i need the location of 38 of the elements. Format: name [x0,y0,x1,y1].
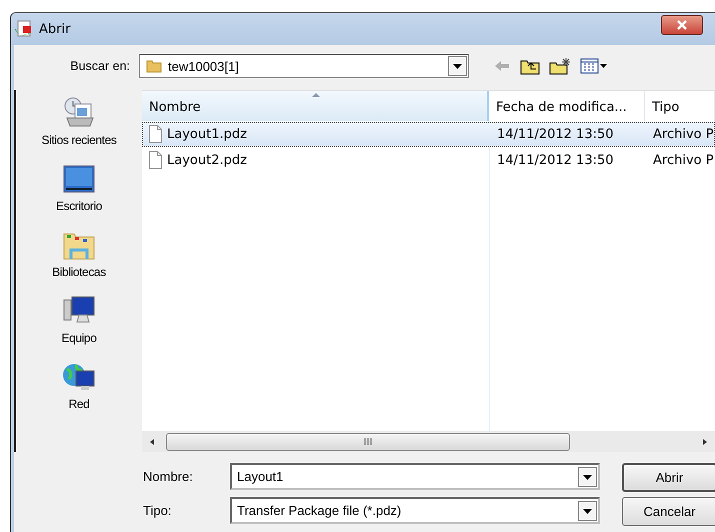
file-name-label: Nombre: [143,469,194,484]
file-name: Layout1.pdz [167,127,247,142]
column-header[interactable]: Nombre [142,91,489,121]
folder-icon [146,58,162,74]
horizontal-scrollbar[interactable] [142,431,715,452]
place-item[interactable]: Escritorio [56,199,102,213]
file-row[interactable]: Layout1.pdz 14/11/2012 13:50 Archivo P [142,122,715,147]
open-button[interactable]: Abrir [622,463,715,492]
close-button[interactable] [661,15,703,35]
sort-arrow-icon [312,92,320,97]
modified-date: 14/11/2012 13:50 [496,153,615,168]
place-item[interactable]: Bibliotecas [52,265,106,279]
column-header[interactable]: Tipo [645,91,715,121]
location-dropdown[interactable]: tew10003[1] [139,54,469,78]
place-item[interactable]: Red [68,397,90,411]
file-type-label: Tipo: [143,503,172,518]
place-item[interactable]: Sitios recientes [42,133,116,147]
file-type: Archivo P [652,127,714,142]
file-name-field[interactable]: Layout1 [230,463,600,490]
window-title: Abrir [39,22,72,36]
scroll-left-icon[interactable] [148,438,156,446]
place-item[interactable]: Equipo [62,331,96,345]
file-icon [148,151,163,170]
file-icon [148,125,163,144]
file-row[interactable]: Layout2.pdz 14/11/2012 13:50 Archivo P [142,148,715,173]
app-icon [15,20,33,38]
view-menu-icon[interactable] [580,58,608,74]
close-icon [676,20,688,30]
cancel-button[interactable]: Cancelar [622,497,715,526]
scrollbar-thumb[interactable] [166,432,570,450]
new-folder-icon[interactable] [549,57,571,75]
file-name: Layout2.pdz [167,153,247,168]
column-header[interactable]: Fecha de modifica... [489,91,645,121]
scroll-right-icon[interactable] [701,438,709,446]
file-type-dropdown[interactable]: Transfer Package file (*.pdz) [230,497,600,524]
file-type: Archivo P [652,153,714,168]
modified-date: 14/11/2012 13:50 [496,127,615,142]
look-in-label: Buscar en: [69,59,131,73]
